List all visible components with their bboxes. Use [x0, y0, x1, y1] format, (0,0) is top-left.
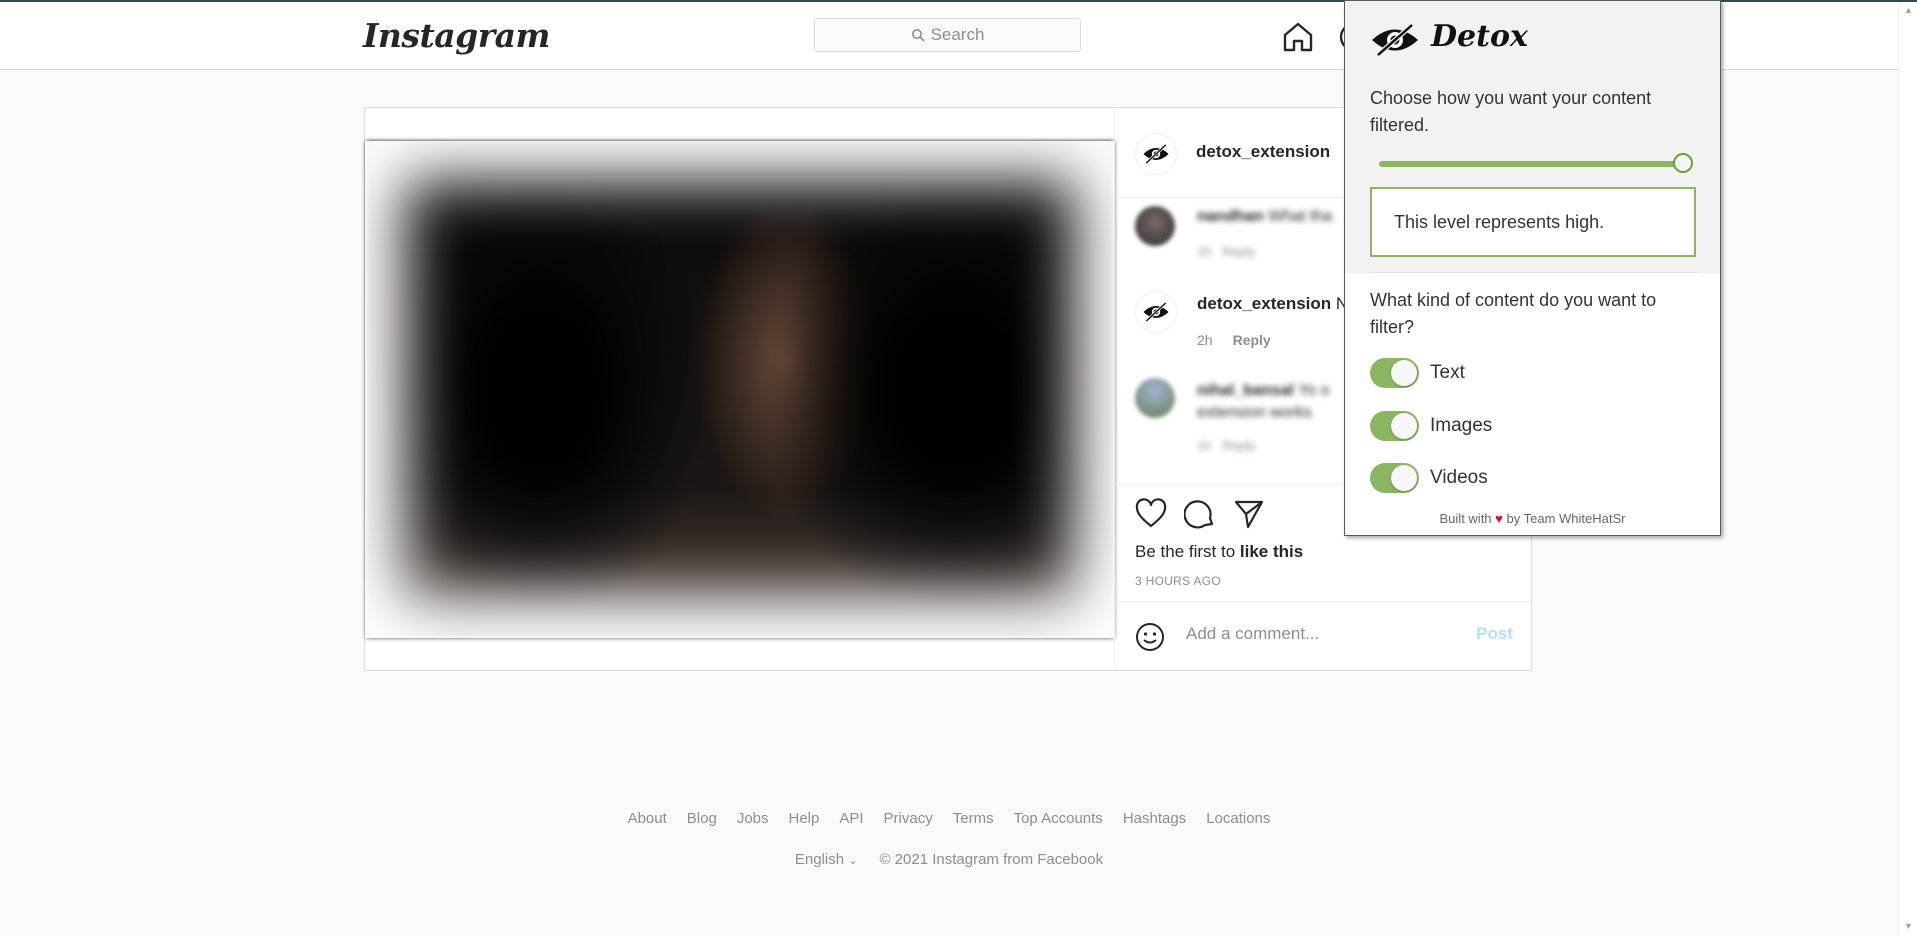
comment-icon[interactable] [1184, 498, 1216, 530]
comment-text: detox_extension N [1197, 294, 1348, 314]
comment-meta: 1h Reply [1197, 438, 1256, 453]
footer-link-api[interactable]: API [839, 810, 863, 827]
likes-prefix: Be the first to [1135, 542, 1240, 561]
footer-link-privacy[interactable]: Privacy [884, 810, 933, 827]
detox-header: Detox [1345, 1, 1720, 79]
footer-link-about[interactable]: About [628, 810, 667, 827]
comment-time: 1h [1197, 244, 1212, 259]
detox-eye-icon [1143, 301, 1169, 323]
heart-icon[interactable] [1135, 498, 1167, 530]
images-toggle[interactable] [1370, 411, 1419, 441]
detox-popup: Detox Choose how you want your content f… [1344, 0, 1721, 536]
copyright: © 2021 Instagram from Facebook [879, 851, 1104, 868]
avatar[interactable] [1135, 133, 1177, 175]
page-scrollbar[interactable]: ▲ ▼ [1898, 2, 1917, 936]
blurred-post-image[interactable] [366, 141, 1114, 638]
commenter-avatar[interactable] [1135, 378, 1175, 418]
toggle-row-videos: Videos [1370, 463, 1488, 493]
footer-link-help[interactable]: Help [789, 810, 820, 827]
toggle-row-images: Images [1370, 411, 1492, 441]
footer-link-top-accounts[interactable]: Top Accounts [1014, 810, 1103, 827]
comment-bar: Add a comment... Post [1115, 601, 1533, 671]
scroll-down-arrow-icon[interactable]: ▼ [1904, 922, 1913, 931]
comment-user[interactable]: detox_extension [1197, 294, 1331, 313]
avatar[interactable] [1135, 291, 1177, 333]
footer-link-blog[interactable]: Blog [687, 810, 717, 827]
comment-meta: 1h Reply [1197, 244, 1256, 259]
search-icon [911, 29, 925, 42]
detox-eye-icon [1372, 23, 1418, 57]
comment-text: nandhan What tha [1197, 208, 1332, 226]
heart-icon: ♥ [1495, 511, 1503, 526]
commenter-avatar[interactable] [1135, 206, 1175, 246]
footer-link-jobs[interactable]: Jobs [737, 810, 769, 827]
share-icon[interactable] [1233, 498, 1265, 530]
chevron-down-icon: ⌄ [848, 855, 858, 867]
post-timestamp[interactable]: 3 HOURS AGO [1135, 574, 1221, 588]
toggle-label: Videos [1430, 467, 1488, 488]
videos-toggle[interactable] [1370, 463, 1419, 493]
detox-eye-icon [1143, 143, 1169, 165]
toggle-label: Text [1430, 362, 1465, 383]
reply-link[interactable]: Reply [1233, 332, 1271, 348]
toggle-row-text: Text [1370, 358, 1465, 388]
home-icon[interactable] [1281, 20, 1315, 54]
post-comment-button[interactable]: Post [1476, 624, 1513, 644]
filter-level-question: Choose how you want your content filtere… [1370, 88, 1652, 135]
comment-meta: 2h Reply [1197, 332, 1271, 348]
search-placeholder: Search [930, 25, 985, 44]
comment-user[interactable]: nandhan [1197, 208, 1264, 225]
footer-link-locations[interactable]: Locations [1206, 810, 1270, 827]
detox-credits: Built with ♥ by Team WhiteHatSr [1345, 511, 1720, 526]
credits-suffix: by Team WhiteHatSr [1506, 511, 1626, 526]
footer-bottom: English ⌄ © 2021 Instagram from Facebook [0, 851, 1898, 868]
search-input[interactable]: Search [814, 18, 1081, 52]
reply-link[interactable]: Reply [1222, 438, 1255, 453]
post-author[interactable]: detox_extension [1196, 142, 1330, 162]
emoji-icon[interactable] [1135, 622, 1165, 652]
footer-links: About Blog Jobs Help API Privacy Terms T… [0, 810, 1898, 827]
detox-title: Detox [1431, 19, 1528, 54]
comment-input[interactable]: Add a comment... [1186, 624, 1319, 644]
comment-time: 1h [1197, 438, 1212, 453]
like-this-link[interactable]: like this [1240, 542, 1303, 561]
comment-time: 2h [1197, 332, 1213, 348]
scroll-up-arrow-icon[interactable]: ▲ [1904, 6, 1913, 15]
credits-prefix: Built with [1439, 511, 1492, 526]
content-type-question: What kind of content do you want to filt… [1370, 290, 1657, 337]
instagram-logo[interactable]: Instagram [363, 16, 550, 55]
footer-link-hashtags[interactable]: Hashtags [1123, 810, 1186, 827]
language-label: English [794, 851, 845, 868]
toggle-label: Images [1430, 415, 1493, 436]
comment-user[interactable]: nihal_bansal [1197, 382, 1294, 399]
language-select[interactable]: English ⌄ [795, 851, 858, 868]
level-description: This level represents high. [1370, 187, 1696, 257]
slider-handle[interactable] [1673, 153, 1693, 173]
footer-link-terms[interactable]: Terms [953, 810, 994, 827]
filter-level-slider[interactable] [1379, 161, 1684, 167]
text-toggle[interactable] [1370, 358, 1419, 388]
comment-body: What tha [1268, 208, 1333, 225]
likes-line: Be the first to like this [1135, 542, 1303, 562]
comment-text: nihal_bansal Yo o extension works [1197, 380, 1357, 424]
popup-divider [1370, 272, 1698, 273]
reply-link[interactable]: Reply [1222, 244, 1255, 259]
